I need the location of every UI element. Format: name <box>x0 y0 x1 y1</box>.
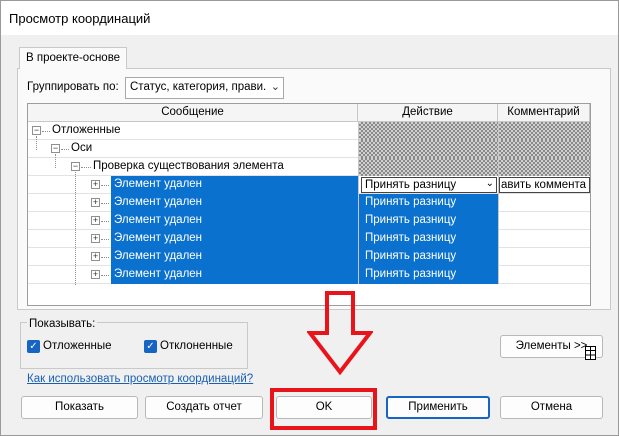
tree-node-label: Оси <box>71 142 93 154</box>
expand-icon[interactable]: + <box>91 234 100 243</box>
cancel-button[interactable]: Отмена <box>500 396 603 419</box>
action-value: Принять разницу <box>365 196 457 208</box>
action-value: Принять разницу <box>365 268 457 280</box>
checkbox-postponed-label: Отложенные <box>43 340 112 352</box>
group-by-select[interactable]: Статус, категория, прави. ⌄ <box>125 77 284 99</box>
column-header-comment[interactable]: Комментарий <box>498 104 590 122</box>
row-message: Элемент удален <box>114 178 203 190</box>
row-message: Элемент удален <box>114 196 203 208</box>
create-report-button[interactable]: Создать отчет <box>145 396 263 419</box>
table-row[interactable]: + Элемент удален Принять разницу <box>28 194 590 212</box>
table-row[interactable]: + Элемент удален Принять разницу <box>28 212 590 230</box>
checkbox-postponed[interactable]: ✓ <box>27 340 40 353</box>
expand-icon[interactable]: + <box>91 252 100 261</box>
action-cell[interactable]: Принять разницу <box>358 248 498 266</box>
checkbox-rejected[interactable]: ✓ <box>144 340 157 353</box>
row-message: Элемент удален <box>114 232 203 244</box>
action-cell[interactable]: Принять разницу <box>358 194 498 212</box>
table-row[interactable]: + Элемент удален Принять разницу <box>28 266 590 284</box>
apply-button[interactable]: Применить <box>386 396 490 419</box>
table-row[interactable]: + Элемент удален Принять разницу <box>28 248 590 266</box>
row-message: Элемент удален <box>114 250 203 262</box>
checkbox-rejected-label: Отклоненные <box>160 340 233 352</box>
collapse-icon[interactable]: − <box>32 126 41 135</box>
comment-cell[interactable] <box>498 194 590 212</box>
comment-cell[interactable] <box>498 266 590 284</box>
action-cell[interactable]: Принять разницу <box>358 230 498 248</box>
tree-row-existence-check[interactable]: − Проверка существования элемента <box>28 158 590 176</box>
group-by-value: Статус, категория, прави. <box>130 81 267 93</box>
tree-node-label: Проверка существования элемента <box>93 160 284 172</box>
annotation-highlight-box <box>270 388 377 430</box>
comment-input[interactable]: авить коммента <box>499 177 590 193</box>
action-value: Принять разницу <box>365 214 457 226</box>
grid-icon <box>585 346 596 360</box>
show-label: Показывать: <box>27 318 98 330</box>
comment-cell[interactable] <box>498 230 590 248</box>
action-value: Принять разницу <box>365 250 457 262</box>
window-title: Просмотр координаций <box>9 11 151 26</box>
collapse-icon[interactable]: − <box>71 162 80 171</box>
comment-cell[interactable] <box>498 212 590 230</box>
table-row[interactable]: + Элемент удален Принять разницу ⌄ авить… <box>28 176 590 194</box>
action-value: Принять разницу <box>365 232 457 244</box>
action-cell[interactable]: Принять разницу <box>358 266 498 284</box>
title-bar: Просмотр координаций <box>1 1 618 35</box>
chevron-down-icon: ⌄ <box>485 178 494 189</box>
comment-cell[interactable] <box>498 248 590 266</box>
expand-icon[interactable]: + <box>91 270 100 279</box>
row-message: Элемент удален <box>114 214 203 226</box>
action-value: Принять разницу <box>365 179 457 191</box>
annotation-arrow-down-icon <box>307 291 373 375</box>
action-select[interactable]: Принять разницу ⌄ <box>361 177 497 193</box>
group-by-label: Группировать по: <box>27 81 119 93</box>
action-cell[interactable]: Принять разницу <box>358 212 498 230</box>
collapse-icon[interactable]: − <box>51 144 60 153</box>
messages-grid: Сообщение Действие Комментарий − Отложен… <box>27 103 591 306</box>
show-button[interactable]: Показать <box>21 396 138 419</box>
tab-host-project[interactable]: В проекте-основе <box>19 47 127 69</box>
expand-icon[interactable]: + <box>91 198 100 207</box>
help-link[interactable]: Как использовать просмотр координаций? <box>27 373 253 385</box>
expand-icon[interactable]: + <box>91 216 100 225</box>
tree-row-postponed[interactable]: − Отложенные <box>28 122 590 140</box>
tree-row-grids[interactable]: − Оси <box>28 140 590 158</box>
row-message: Элемент удален <box>114 268 203 280</box>
expand-icon[interactable]: + <box>91 180 100 189</box>
chevron-down-icon: ⌄ <box>270 81 280 93</box>
column-header-action[interactable]: Действие <box>358 104 498 122</box>
column-header-message[interactable]: Сообщение <box>28 104 358 122</box>
tree-node-label: Отложенные <box>52 124 121 136</box>
table-row[interactable]: + Элемент удален Принять разницу <box>28 230 590 248</box>
